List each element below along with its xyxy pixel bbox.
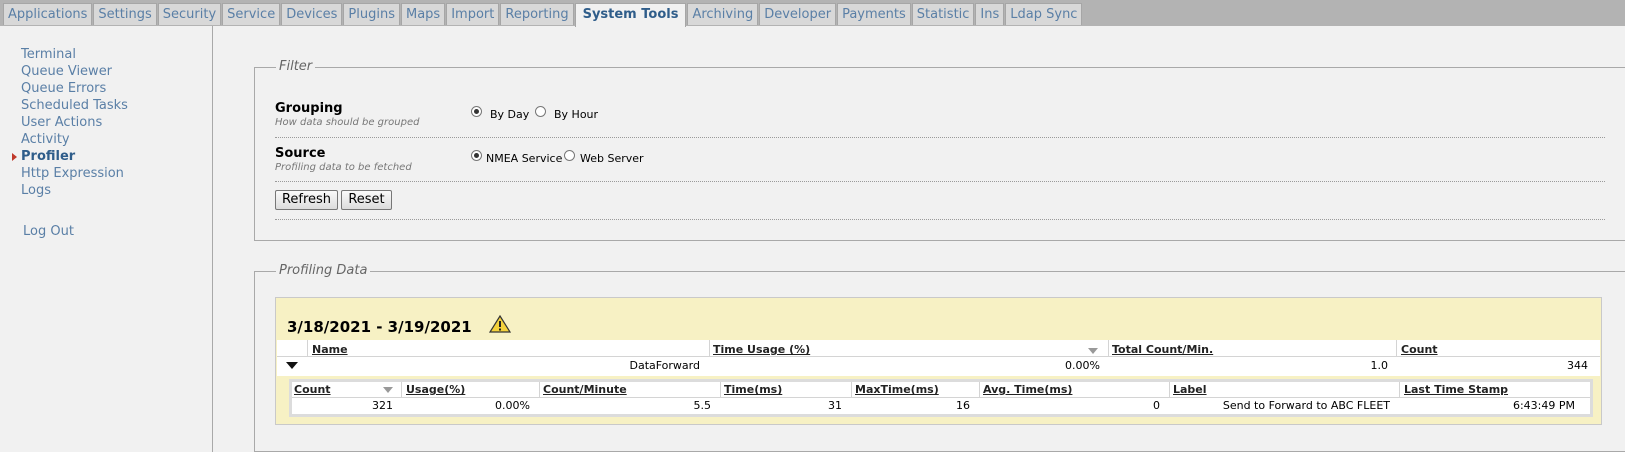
by-day-label: By Day bbox=[490, 108, 530, 121]
tab-settings[interactable]: Settings bbox=[93, 3, 157, 25]
by-hour-radio[interactable] bbox=[535, 106, 546, 117]
nmea-service-radio[interactable] bbox=[471, 150, 482, 161]
reset-button[interactable]: Reset bbox=[341, 190, 392, 210]
row-time-usage: 0.00% bbox=[1065, 359, 1100, 372]
detail-count: 321 bbox=[372, 399, 393, 412]
sidebar-item-terminal[interactable]: Terminal bbox=[21, 47, 76, 63]
tab-service[interactable]: Service bbox=[222, 3, 281, 25]
tab-ldap-sync[interactable]: Ldap Sync bbox=[1005, 3, 1083, 25]
by-day-radio[interactable] bbox=[471, 106, 482, 117]
column-divider bbox=[1399, 382, 1400, 397]
col-header-count[interactable]: Count bbox=[1401, 342, 1438, 358]
divider bbox=[275, 137, 1605, 138]
header-separator bbox=[292, 397, 1590, 398]
detail-header-avg-time-ms[interactable]: Avg. Time(ms) bbox=[983, 382, 1072, 398]
sidebar-item-profiler[interactable]: Profiler bbox=[21, 149, 75, 165]
warning-icon bbox=[489, 315, 511, 333]
detail-label: Send to Forward to ABC FLEET bbox=[1222, 399, 1390, 412]
sort-desc-icon[interactable] bbox=[383, 387, 393, 393]
col-header-name[interactable]: Name bbox=[312, 342, 348, 358]
tab-maps[interactable]: Maps bbox=[401, 3, 446, 25]
detail-header-usage[interactable]: Usage(%) bbox=[406, 382, 465, 398]
row-count: 344 bbox=[1567, 359, 1588, 372]
grouping-title: Grouping bbox=[275, 101, 343, 116]
sidebar-item-logs[interactable]: Logs bbox=[21, 183, 51, 199]
tab-applications[interactable]: Applications bbox=[3, 3, 93, 25]
column-divider bbox=[1396, 340, 1397, 356]
detail-header-last-time-stamp[interactable]: Last Time Stamp bbox=[1404, 382, 1508, 398]
sidebar-item-scheduled-tasks[interactable]: Scheduled Tasks bbox=[21, 98, 128, 114]
detail-time-ms: 31 bbox=[828, 399, 842, 412]
collapse-toggle-icon[interactable] bbox=[286, 362, 298, 369]
filter-panel: Filter bbox=[254, 59, 1625, 241]
row-total-count-min: 1.0 bbox=[1370, 359, 1389, 372]
column-divider bbox=[720, 382, 721, 397]
source-description: Profiling data to be fetched bbox=[275, 162, 412, 173]
web-server-label: Web Server bbox=[580, 152, 644, 165]
column-divider bbox=[979, 382, 980, 397]
sidebar-item-http-expression[interactable]: Http Expression bbox=[21, 166, 124, 182]
detail-usage: 0.00% bbox=[495, 399, 530, 412]
tab-security[interactable]: Security bbox=[157, 3, 222, 25]
detail-header-count-minute[interactable]: Count/Minute bbox=[543, 382, 627, 398]
divider bbox=[275, 219, 1605, 220]
divider bbox=[275, 181, 1605, 182]
tab-statistic[interactable]: Statistic bbox=[911, 3, 975, 25]
column-divider bbox=[1169, 382, 1170, 397]
column-divider bbox=[539, 382, 540, 397]
active-item-arrow-icon bbox=[12, 153, 17, 161]
tab-archiving[interactable]: Archiving bbox=[687, 3, 759, 25]
logout-link[interactable]: Log Out bbox=[23, 224, 74, 240]
tab-devices[interactable]: Devices bbox=[281, 3, 343, 25]
detail-header-label[interactable]: Label bbox=[1173, 382, 1207, 398]
detail-header-count[interactable]: Count bbox=[294, 382, 331, 398]
filter-legend: Filter bbox=[276, 59, 316, 74]
detail-maxtime-ms: 16 bbox=[956, 399, 970, 412]
column-divider bbox=[1108, 340, 1109, 356]
col-header-total-count-min[interactable]: Total Count/Min. bbox=[1112, 342, 1213, 358]
tab-payments[interactable]: Payments bbox=[837, 3, 911, 25]
sidebar-item-user-actions[interactable]: User Actions bbox=[21, 115, 102, 131]
tab-system-tools[interactable]: System Tools bbox=[574, 3, 687, 27]
sidebar-item-activity[interactable]: Activity bbox=[21, 132, 70, 148]
by-hour-label: By Hour bbox=[554, 108, 599, 121]
tab-developer[interactable]: Developer bbox=[759, 3, 837, 25]
tab-ins[interactable]: Ins bbox=[975, 3, 1005, 25]
tab-plugins[interactable]: Plugins bbox=[343, 3, 400, 25]
sort-desc-icon[interactable] bbox=[1088, 348, 1098, 354]
nmea-service-label: NMEA Service bbox=[486, 152, 563, 165]
sidebar-item-queue-viewer[interactable]: Queue Viewer bbox=[21, 64, 112, 80]
detail-header-time-ms[interactable]: Time(ms) bbox=[724, 382, 782, 398]
profiling-data-legend: Profiling Data bbox=[276, 263, 371, 278]
detail-last-time-stamp: 6:43:49 PM bbox=[1512, 399, 1575, 412]
tab-import[interactable]: Import bbox=[446, 3, 500, 25]
column-divider bbox=[401, 382, 402, 397]
detail-avg-time-ms: 0 bbox=[1153, 399, 1160, 412]
detail-count-minute: 5.5 bbox=[693, 399, 712, 412]
column-divider bbox=[307, 340, 308, 356]
col-header-time-usage[interactable]: Time Usage (%) bbox=[713, 342, 810, 358]
detail-header-maxtime-ms[interactable]: MaxTime(ms) bbox=[855, 382, 939, 398]
tab-reporting[interactable]: Reporting bbox=[500, 3, 574, 25]
refresh-button[interactable]: Refresh bbox=[275, 190, 338, 210]
source-title: Source bbox=[275, 146, 326, 161]
date-range-title: 3/18/2021 - 3/19/2021 bbox=[287, 318, 472, 336]
web-server-radio[interactable] bbox=[564, 150, 575, 161]
grouping-description: How data should be grouped bbox=[275, 117, 420, 128]
row-name: DataForward bbox=[629, 359, 700, 372]
sidebar-item-queue-errors[interactable]: Queue Errors bbox=[21, 81, 106, 97]
column-divider bbox=[851, 382, 852, 397]
column-divider bbox=[709, 340, 710, 356]
top-tab-bar: Applications Settings Security Service Devic… bbox=[0, 0, 1625, 27]
